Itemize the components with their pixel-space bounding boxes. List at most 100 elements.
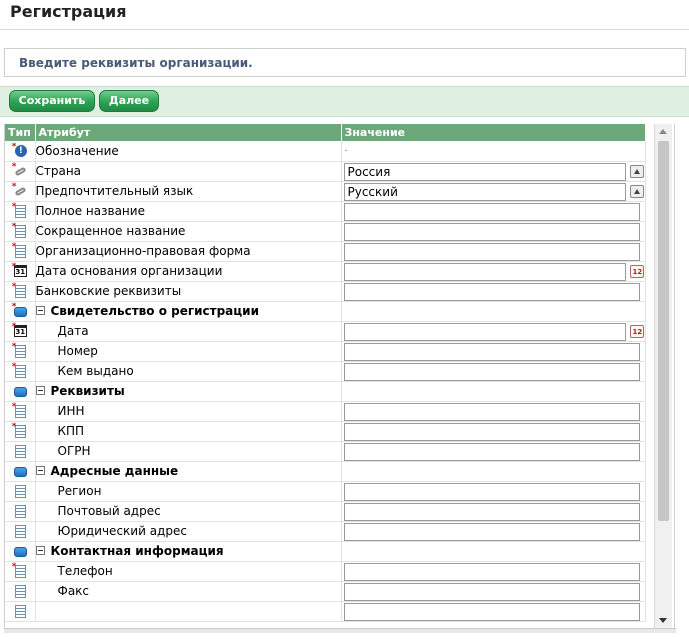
folder-icon	[12, 543, 28, 559]
value-cell	[341, 601, 646, 622]
table-row[interactable]: Контактная информация	[5, 541, 646, 562]
value-cell	[341, 241, 646, 262]
type-cell: *	[5, 241, 36, 262]
next-button[interactable]: Далее	[99, 90, 159, 112]
required-marker-icon: *	[11, 322, 17, 332]
table-body: * Обозначение. * Страна * Предпочтительный яз…	[5, 141, 646, 622]
vertical-scrollbar[interactable]	[654, 124, 672, 628]
value-input[interactable]	[343, 402, 640, 421]
collapse-toggle-icon[interactable]	[35, 306, 45, 315]
attribute-label: ОГРН	[57, 444, 91, 458]
value-input[interactable]	[343, 442, 640, 461]
table-row[interactable]: Факс	[5, 581, 646, 602]
group-header-cell[interactable]: Адресные данные	[35, 461, 342, 482]
type-cell: *	[5, 281, 36, 302]
value-input[interactable]	[343, 602, 640, 621]
table-row[interactable]: Почтовый адрес	[5, 501, 646, 522]
value-date-input[interactable]	[343, 322, 626, 341]
attribute-label: Номер	[57, 344, 98, 358]
value-input[interactable]	[343, 422, 640, 441]
table-row[interactable]: * Кем выдано	[5, 361, 646, 382]
calendar-picker-icon[interactable]	[629, 264, 644, 278]
table-row[interactable]: * Банковские реквизиты	[5, 281, 646, 302]
attribute-label: Организационно-правовая форма	[35, 244, 251, 258]
value-input[interactable]	[343, 202, 640, 221]
scroll-down-icon[interactable]	[659, 618, 667, 623]
table-row[interactable]: * Дата основания организации	[5, 261, 646, 282]
table-row[interactable]: * Обозначение.	[5, 141, 646, 162]
document-icon	[12, 503, 28, 519]
calendar-picker-icon[interactable]	[629, 324, 644, 338]
group-header-cell[interactable]: Реквизиты	[35, 381, 342, 402]
table-row[interactable]: * Сокращенное название	[5, 221, 646, 242]
info-icon: *	[12, 142, 28, 159]
table-row[interactable]: ОГРН	[5, 441, 646, 462]
document-icon	[12, 523, 28, 539]
value-input[interactable]	[343, 562, 640, 581]
attribute-cell: ОГРН	[35, 441, 342, 462]
value-input[interactable]	[343, 282, 640, 301]
attribute-label: Юридический адрес	[57, 524, 187, 538]
table-row[interactable]: * Дата	[5, 321, 646, 342]
table-row[interactable]: * Свидетельство о регистрации	[5, 301, 646, 322]
toolbar: Сохранить Далее	[0, 86, 689, 117]
table-row[interactable]: * ИНН	[5, 401, 646, 422]
value-combo-input[interactable]	[343, 182, 626, 201]
type-cell	[5, 441, 36, 462]
dropdown-arrow-icon[interactable]	[629, 184, 644, 198]
value-cell	[341, 321, 646, 342]
group-header-cell[interactable]: Контактная информация	[35, 541, 342, 562]
table-row[interactable]: Регион	[5, 481, 646, 502]
value-input[interactable]	[343, 582, 640, 601]
dropdown-arrow-icon[interactable]	[629, 164, 644, 178]
scroll-thumb[interactable]	[658, 141, 669, 521]
calendar-icon: *	[12, 263, 28, 279]
value-input[interactable]	[343, 482, 640, 501]
scroll-up-icon[interactable]	[659, 129, 667, 134]
table-row[interactable]	[5, 601, 646, 622]
table-row[interactable]: * Предпочтительный язык	[5, 181, 646, 202]
value-input[interactable]	[343, 522, 640, 541]
collapse-toggle-icon[interactable]	[35, 386, 45, 395]
attribute-label: Полное название	[35, 204, 145, 218]
value-date-input[interactable]	[343, 262, 626, 281]
column-header-attribute[interactable]: Атрибут	[35, 124, 342, 141]
table-row[interactable]: * Организационно-правовая форма	[5, 241, 646, 262]
collapse-toggle-icon[interactable]	[35, 466, 45, 475]
required-marker-icon: *	[11, 222, 17, 232]
value-input[interactable]	[343, 242, 640, 261]
collapse-toggle-icon[interactable]	[35, 546, 45, 555]
type-cell	[5, 501, 36, 522]
value-input[interactable]	[343, 502, 640, 521]
type-cell	[5, 601, 36, 622]
table-row[interactable]: * Страна	[5, 161, 646, 182]
save-button[interactable]: Сохранить	[9, 90, 95, 112]
value-input[interactable]	[343, 362, 640, 381]
value-cell	[341, 261, 646, 282]
attribute-cell	[35, 601, 342, 622]
table-row[interactable]: * Телефон	[5, 561, 646, 582]
attribute-cell: Организационно-правовая форма	[35, 241, 342, 262]
column-header-type[interactable]: Тип	[5, 124, 36, 141]
table-row[interactable]: Реквизиты	[5, 381, 646, 402]
document-icon	[12, 603, 28, 619]
value-cell	[341, 561, 646, 582]
attribute-label: Обозначение	[35, 143, 119, 158]
group-header-cell[interactable]: Свидетельство о регистрации	[35, 301, 342, 322]
attribute-label: Кем выдано	[57, 364, 134, 378]
attribute-label: Сокращенное название	[35, 224, 186, 238]
type-cell: *	[5, 161, 36, 182]
value-combo-input[interactable]	[343, 162, 626, 181]
value-input[interactable]	[343, 222, 640, 241]
table-row[interactable]: * Полное название	[5, 201, 646, 222]
table-row[interactable]: Юридический адрес	[5, 521, 646, 542]
attribute-cell: Сокращенное название	[35, 221, 342, 242]
table-row[interactable]: * КПП	[5, 421, 646, 442]
table-row[interactable]: Адресные данные	[5, 461, 646, 482]
column-header-value[interactable]: Значение	[341, 124, 646, 141]
attribute-label: ИНН	[57, 404, 85, 418]
type-cell: *	[5, 201, 36, 222]
table-row[interactable]: * Номер	[5, 341, 646, 362]
value-input[interactable]	[343, 342, 640, 361]
required-marker-icon: *	[11, 342, 17, 352]
